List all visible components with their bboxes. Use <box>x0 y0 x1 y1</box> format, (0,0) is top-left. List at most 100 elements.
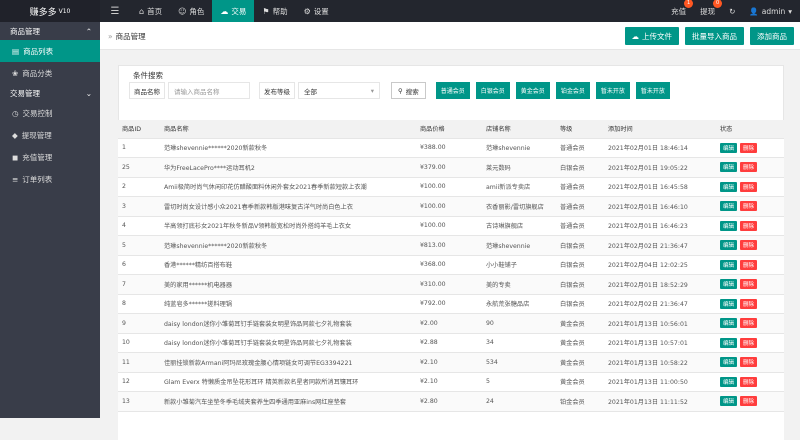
cell-shop: amii新派专卖店 <box>482 177 556 197</box>
delete-button[interactable]: 删除 <box>740 396 758 407</box>
level-button-normal[interactable]: 普通会员 <box>435 82 470 99</box>
upload-file-button[interactable]: ☁ 上传文件 <box>624 27 679 45</box>
cell-level: 白银会员 <box>556 235 604 256</box>
sidebar-group-goods[interactable]: 商品管理 ⌃ <box>0 22 100 40</box>
cell-name: daisy london迷你小雏菊耳钉手链套装女明星饰品同款七夕礼物套装 <box>160 313 416 334</box>
recharge-link[interactable]: 充值 1 <box>671 0 694 17</box>
row-actions: 编辑 删除 <box>720 181 780 192</box>
refresh-icon[interactable]: ↻ <box>729 7 735 16</box>
level-select[interactable]: 全部 ▾ <box>298 82 380 99</box>
edit-button[interactable]: 编辑 <box>720 220 738 231</box>
col-header-name[interactable]: 商品名称 <box>160 120 416 139</box>
nav-settings[interactable]: ⚙ 设置 <box>296 0 337 22</box>
chevron-down-icon: ▾ <box>370 86 374 95</box>
flag-icon: ⚑ <box>262 6 270 16</box>
edit-button[interactable]: 编辑 <box>720 376 738 387</box>
delete-button[interactable]: 删除 <box>740 298 758 309</box>
sidebar-item-goods-category[interactable]: ❀ 商品分类 <box>0 62 100 84</box>
cell-shop: 范琳shevennie <box>482 138 556 158</box>
level-select-value: 全部 <box>304 87 317 96</box>
col-header-shop[interactable]: 店铺名称 <box>482 120 556 139</box>
nav-label: 首页 <box>147 6 163 16</box>
delete-button[interactable]: 删除 <box>740 142 758 153</box>
delete-button[interactable]: 删除 <box>740 357 758 368</box>
cell-time: 2021年02月01日 18:52:29 <box>604 274 716 295</box>
cell-shop: 534 <box>482 352 556 373</box>
search-button[interactable]: ⚲ 搜索 <box>391 82 426 99</box>
col-header-level[interactable]: 等级 <box>556 120 604 139</box>
category-icon: ❀ <box>12 68 19 78</box>
nav-home[interactable]: ⌂ 首页 <box>131 0 170 22</box>
row-actions: 编辑 删除 <box>720 162 780 173</box>
edit-button[interactable]: 编辑 <box>720 357 738 368</box>
sidebar-group-trade[interactable]: 交易管理 ⌄ <box>0 84 100 102</box>
cell-id: 3 <box>118 196 160 217</box>
edit-button[interactable]: 编辑 <box>720 181 738 192</box>
level-button-silver[interactable]: 白银会员 <box>475 82 510 99</box>
cell-id: 25 <box>118 157 160 178</box>
sidebar-item-trade-control[interactable]: ◷ 交易控制 <box>0 102 100 124</box>
edit-button[interactable]: 编辑 <box>720 337 738 348</box>
edit-button[interactable]: 编辑 <box>720 318 738 329</box>
recharge-icon: ◼ <box>12 152 19 162</box>
cell-time: 2021年02月01日 16:46:10 <box>604 196 716 217</box>
edit-button[interactable]: 编辑 <box>720 162 738 173</box>
col-header-price[interactable]: 商品价格 <box>416 120 482 139</box>
level-button-platinum[interactable]: 铂金会员 <box>555 82 590 99</box>
col-header-id[interactable]: 商品ID <box>118 120 160 139</box>
sidebar-item-label: 商品分类 <box>22 68 53 78</box>
cell-id: 13 <box>118 391 160 412</box>
cell-name: daisy london迷你小雏菊耳钉手链套装女明星饰品同款七夕礼物套装 <box>160 333 416 353</box>
cell-id: 9 <box>118 313 160 334</box>
delete-button[interactable]: 删除 <box>740 181 758 192</box>
sidebar-item-label: 交易控制 <box>22 108 53 118</box>
level-button-gold[interactable]: 黄金会员 <box>515 82 550 99</box>
edit-button[interactable]: 编辑 <box>720 279 738 290</box>
col-header-time[interactable]: 添加时间 <box>604 120 716 139</box>
delete-button[interactable]: 删除 <box>740 376 758 387</box>
edit-button[interactable]: 编辑 <box>720 142 738 153</box>
sidebar-item-withdraw[interactable]: ◆ 提现管理 <box>0 124 100 146</box>
edit-button[interactable]: 编辑 <box>720 396 738 407</box>
edit-button[interactable]: 编辑 <box>720 298 738 309</box>
cell-name: 半高领打底衫女2021年秋冬新品V领韩版宽松时尚外搭纯羊毛上衣女 <box>160 216 416 236</box>
app-logo[interactable]: 赚多多 V10 <box>0 0 100 22</box>
delete-button[interactable]: 删除 <box>740 240 758 251</box>
nav-help[interactable]: ⚑ 帮助 <box>254 0 295 22</box>
level-button-closed-2[interactable]: 暂未开放 <box>635 82 670 99</box>
delete-button[interactable]: 删除 <box>740 337 758 348</box>
batch-import-button[interactable]: 批量导入商品 <box>685 27 744 45</box>
edit-button[interactable]: 编辑 <box>720 201 738 212</box>
delete-button[interactable]: 删除 <box>740 259 758 270</box>
menu-toggle-icon[interactable]: ☰ <box>104 0 126 22</box>
cell-level: 白银会员 <box>556 274 604 295</box>
search-button-label: 搜索 <box>405 87 419 96</box>
sidebar-item-recharge[interactable]: ◼ 充值管理 <box>0 146 100 168</box>
col-header-status[interactable]: 状态 <box>716 120 784 139</box>
edit-button[interactable]: 编辑 <box>720 259 738 270</box>
cell-price: ¥100.00 <box>416 216 482 236</box>
add-goods-label: 添加商品 <box>757 31 787 41</box>
cell-time: 2021年02月01日 16:46:23 <box>604 216 716 236</box>
add-goods-button[interactable]: 添加商品 <box>750 27 794 45</box>
delete-button[interactable]: 删除 <box>740 201 758 212</box>
sidebar-item-goods-list[interactable]: ▤ 商品列表 <box>0 40 100 62</box>
delete-button[interactable]: 删除 <box>740 279 758 290</box>
nav-role[interactable]: ☺ 角色 <box>170 0 212 22</box>
breadcrumb-label: 商品管理 <box>115 32 146 41</box>
name-input[interactable]: 请输入商品名称 <box>168 82 250 99</box>
cell-shop: 5 <box>482 372 556 392</box>
sidebar-item-orders[interactable]: ≡ 订单列表 <box>0 168 100 190</box>
level-button-closed-1[interactable]: 暂未开放 <box>595 82 630 99</box>
table-row: 13 新款小雏菊汽车坐垫冬季毛绒夹套养生四季通用亚麻ins网红座垫套 ¥2.80 24… <box>118 391 784 412</box>
cell-level: 普通会员 <box>556 177 604 197</box>
edit-button[interactable]: 编辑 <box>720 240 738 251</box>
table-row: 6 香港******精纺百搭布鞋 ¥368.00 小小鞋铺子 白银会员 2021年02月0… <box>118 255 784 275</box>
delete-button[interactable]: 删除 <box>740 162 758 173</box>
nav-trade[interactable]: ☁ 交易 <box>212 0 255 22</box>
withdraw-link[interactable]: 提现 0 <box>700 0 723 17</box>
user-menu[interactable]: 👤 admin ▾ <box>749 7 792 16</box>
delete-button[interactable]: 删除 <box>740 318 758 329</box>
delete-button[interactable]: 删除 <box>740 220 758 231</box>
search-row: 商品名称 请输入商品名称 发布等级 全部 ▾ ⚲ 搜索 普通会员 白银会员 黄金会员… <box>129 82 670 99</box>
